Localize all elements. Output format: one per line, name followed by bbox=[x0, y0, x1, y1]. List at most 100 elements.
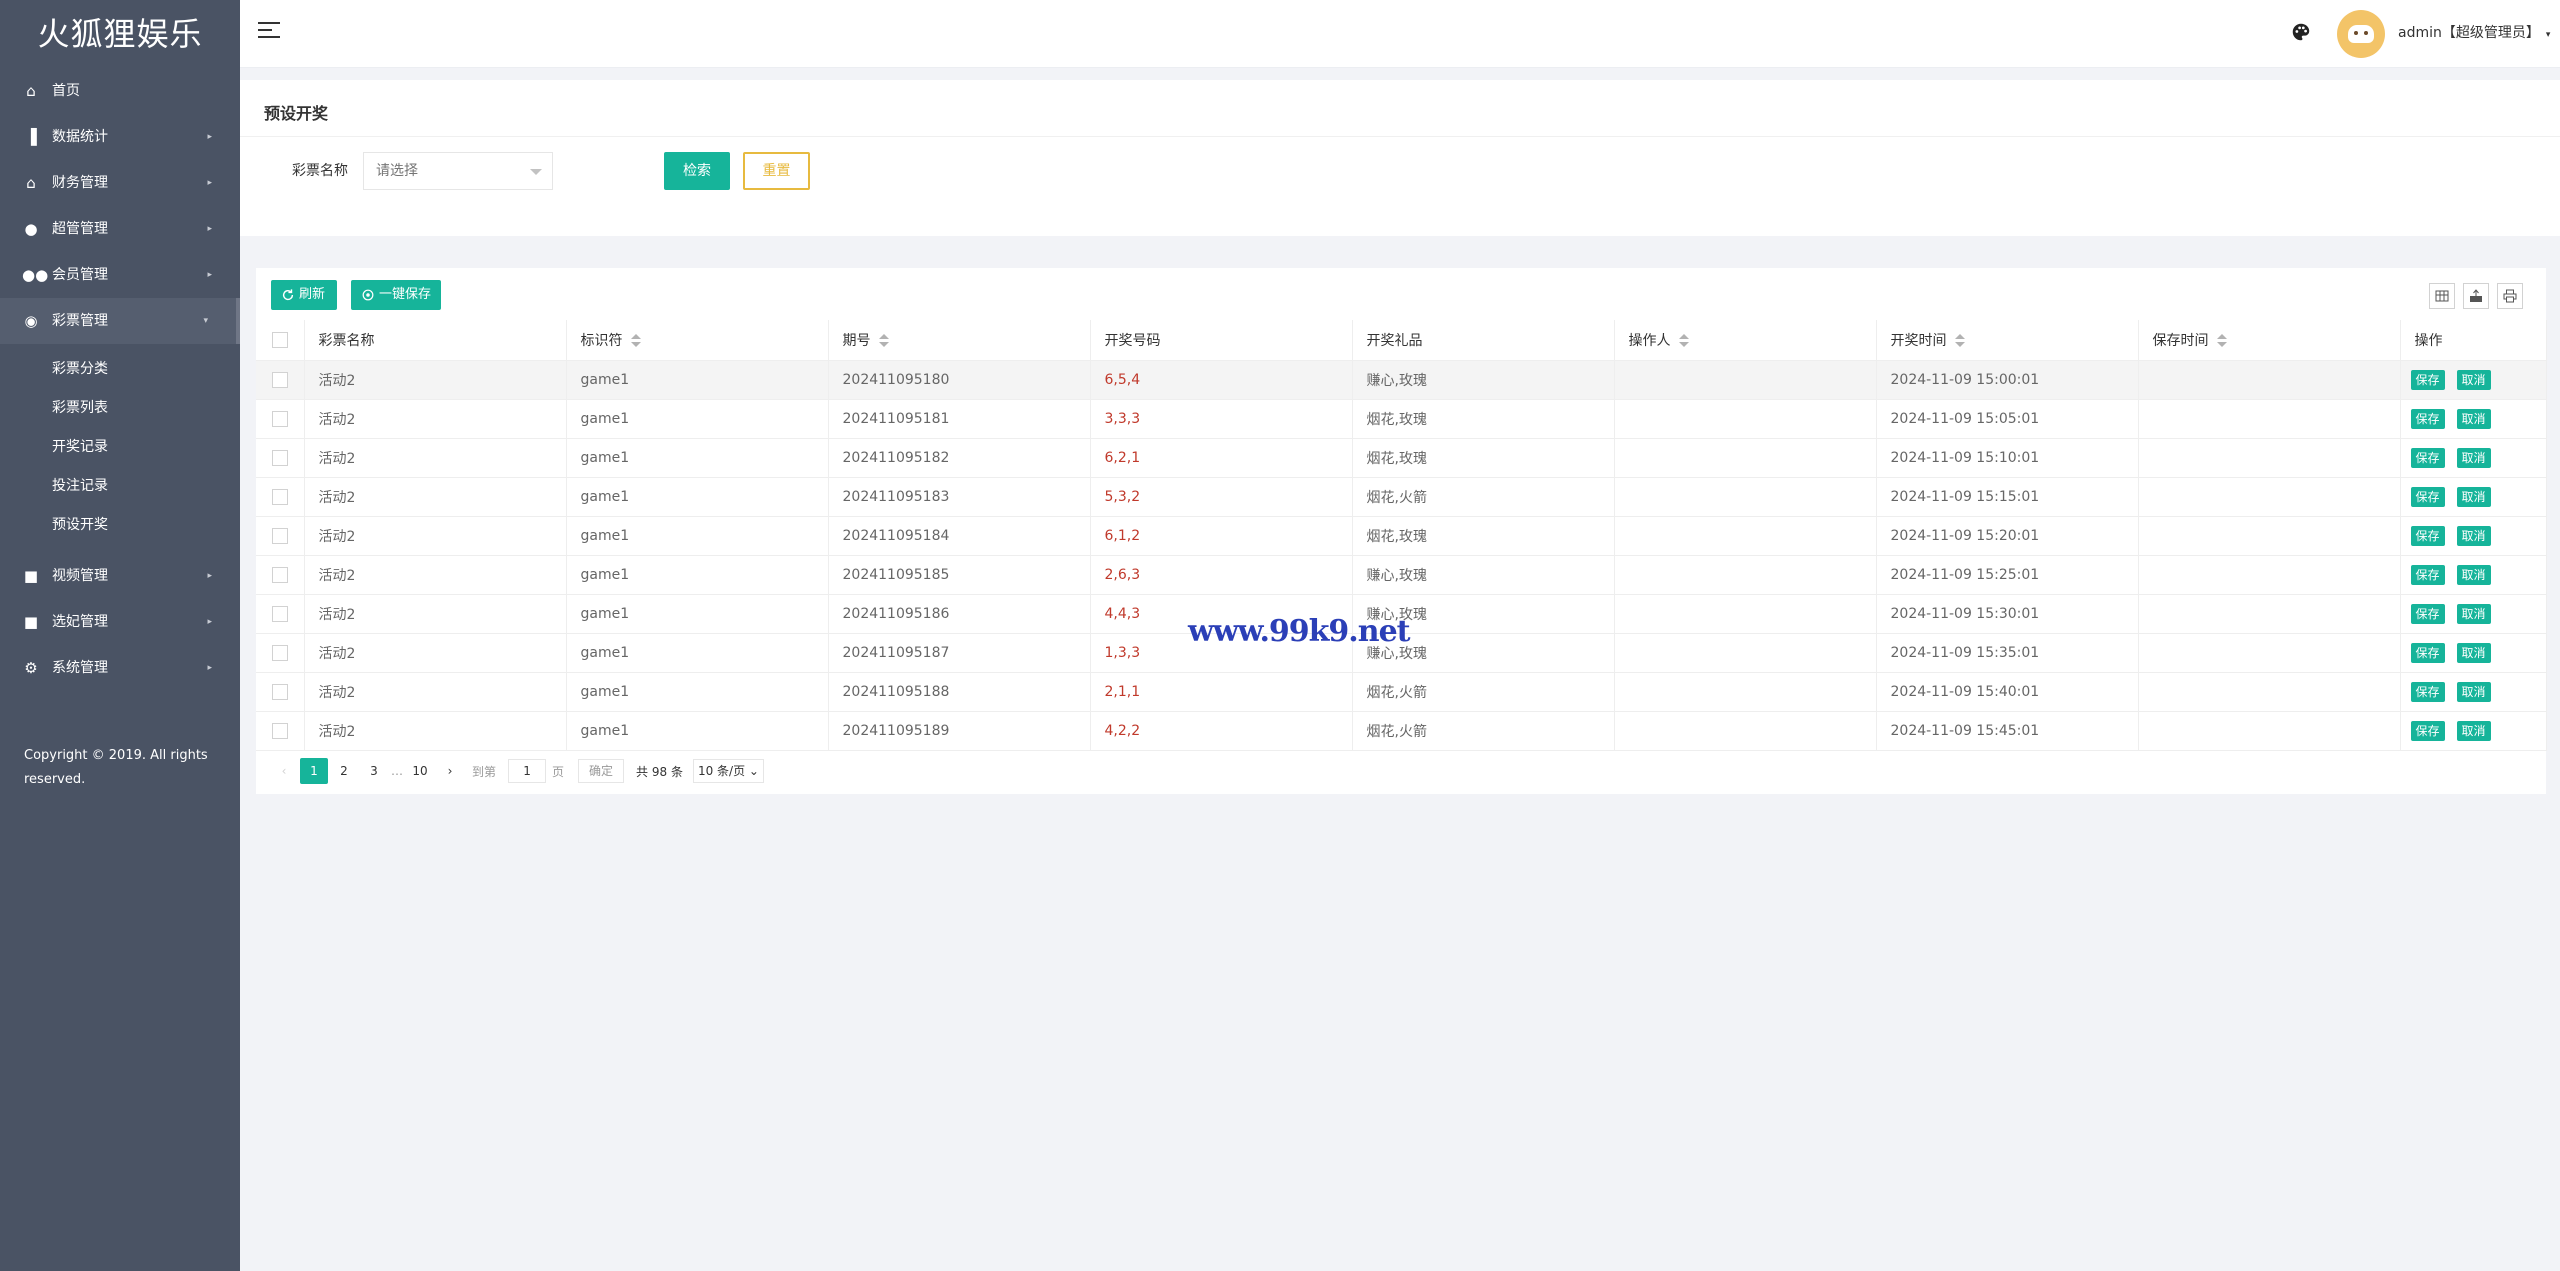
table-row[interactable]: 活动2 game1 202411095189 4,2,2 烟花,火箭 2024-11-09… bbox=[256, 711, 2547, 751]
sidebar-item-admin[interactable]: ● 超管管理 ▸ bbox=[0, 206, 240, 252]
col-header[interactable]: 操作人 bbox=[1614, 320, 1877, 361]
table-cell: 6,5,4 bbox=[1090, 360, 1353, 400]
chevron-down-icon bbox=[530, 169, 542, 175]
print-icon[interactable] bbox=[2497, 283, 2523, 309]
table-row[interactable]: 活动2 game1 202411095182 6,2,1 烟花,玫瑰 2024-11-09… bbox=[256, 438, 2547, 478]
page-10[interactable]: 10 bbox=[406, 758, 434, 784]
save-button[interactable]: 保存 bbox=[2410, 369, 2445, 390]
table-row[interactable]: 活动2 game1 202411095188 2,1,1 烟花,火箭 2024-11-09… bbox=[256, 672, 2547, 712]
table-row[interactable]: 活动2 game1 202411095183 5,3,2 烟花,火箭 2024-11-09… bbox=[256, 477, 2547, 517]
cell-value: 4,4,3 bbox=[1104, 605, 1141, 622]
cell-value: 2024-11-09 15:45:01 bbox=[1890, 722, 2040, 739]
submenu-item-bet-records[interactable]: 投注记录 bbox=[0, 467, 240, 506]
col-header[interactable]: 期号 bbox=[828, 320, 1091, 361]
sidebar-item-system[interactable]: ⚙ 系统管理 ▸ bbox=[0, 645, 240, 691]
home-icon: ⌂ bbox=[26, 82, 36, 100]
save-button[interactable]: 保存 bbox=[2410, 642, 2445, 663]
sidebar-item-selection[interactable]: ■ 选妃管理 ▸ bbox=[0, 599, 240, 645]
prev-page-icon[interactable]: ‹ bbox=[270, 758, 298, 784]
save-all-button[interactable]: 一键保存 bbox=[351, 280, 441, 310]
submenu-item-draw-records[interactable]: 开奖记录 bbox=[0, 428, 240, 467]
col-header[interactable]: 开奖时间 bbox=[1876, 320, 2139, 361]
cancel-button[interactable]: 取消 bbox=[2456, 603, 2491, 624]
next-page-icon[interactable]: › bbox=[436, 758, 464, 784]
save-button[interactable]: 保存 bbox=[2410, 720, 2445, 741]
save-button[interactable]: 保存 bbox=[2410, 486, 2445, 507]
hamburger-menu-icon[interactable] bbox=[258, 22, 280, 44]
row-checkbox[interactable] bbox=[272, 449, 288, 466]
page-1[interactable]: 1 bbox=[300, 758, 328, 784]
row-checkbox[interactable] bbox=[272, 527, 288, 544]
sidebar-item-finance[interactable]: ⌂ 财务管理 ▸ bbox=[0, 160, 240, 206]
sidebar-item-members[interactable]: ●● 会员管理 ▸ bbox=[0, 252, 240, 298]
sort-icon[interactable] bbox=[2216, 333, 2227, 348]
refresh-button[interactable]: 刷新 bbox=[271, 280, 337, 310]
table-row[interactable]: 活动2 game1 202411095185 2,6,3 赚心,玫瑰 2024-11-09… bbox=[256, 555, 2547, 595]
sort-icon[interactable] bbox=[878, 333, 889, 348]
cancel-button[interactable]: 取消 bbox=[2456, 369, 2491, 390]
sort-icon[interactable] bbox=[630, 333, 641, 348]
table-cell: 赚心,玫瑰 bbox=[1352, 555, 1615, 595]
page-size-select[interactable]: 10 条/页 ⌄ bbox=[692, 759, 764, 783]
table-row[interactable]: 活动2 game1 202411095184 6,1,2 烟花,玫瑰 2024-11-09… bbox=[256, 516, 2547, 556]
save-button[interactable]: 保存 bbox=[2410, 603, 2445, 624]
sidebar-item-home[interactable]: ⌂ 首页 bbox=[0, 68, 240, 114]
lottery-name-select[interactable]: 请选择 bbox=[363, 152, 553, 190]
table-row[interactable]: 活动2 game1 202411095180 6,5,4 赚心,玫瑰 2024-11-09… bbox=[256, 360, 2547, 400]
save-button[interactable]: 保存 bbox=[2410, 447, 2445, 468]
row-checkbox[interactable] bbox=[272, 410, 288, 427]
cancel-button[interactable]: 取消 bbox=[2456, 408, 2491, 429]
cancel-button[interactable]: 取消 bbox=[2456, 564, 2491, 585]
cancel-button[interactable]: 取消 bbox=[2456, 720, 2491, 741]
sidebar-item-lottery[interactable]: ◉ 彩票管理 ▾ bbox=[0, 298, 240, 344]
search-button[interactable]: 检索 bbox=[664, 152, 730, 190]
save-button[interactable]: 保存 bbox=[2410, 681, 2445, 702]
row-checkbox[interactable] bbox=[272, 605, 288, 622]
goto-confirm-button[interactable]: 确定 bbox=[578, 759, 625, 783]
row-checkbox[interactable] bbox=[272, 722, 288, 739]
row-checkbox[interactable] bbox=[272, 644, 288, 661]
row-checkbox[interactable] bbox=[272, 371, 288, 388]
sort-icon[interactable] bbox=[1678, 333, 1689, 348]
goto-page-input[interactable]: 1 bbox=[508, 759, 547, 783]
table-cell bbox=[1614, 594, 1877, 634]
cell-value: 活动2 bbox=[318, 684, 356, 701]
save-button[interactable]: 保存 bbox=[2410, 408, 2445, 429]
avatar[interactable] bbox=[2337, 10, 2385, 58]
save-button[interactable]: 保存 bbox=[2410, 525, 2445, 546]
sidebar-item-video[interactable]: ■ 视频管理 ▸ bbox=[0, 553, 240, 599]
cell-value: 烟花,火箭 bbox=[1366, 489, 1427, 506]
page-2[interactable]: 2 bbox=[330, 758, 358, 784]
cancel-button[interactable]: 取消 bbox=[2456, 486, 2491, 507]
reset-button[interactable]: 重置 bbox=[743, 152, 810, 190]
table-cell: 4,2,2 bbox=[1090, 711, 1353, 751]
submenu-item-preset-draw[interactable]: 预设开奖 bbox=[0, 506, 240, 545]
page-unit-label: 页 bbox=[552, 764, 565, 779]
palette-icon[interactable] bbox=[2290, 21, 2312, 43]
col-header[interactable]: 保存时间 bbox=[2138, 320, 2401, 361]
export-icon[interactable] bbox=[2463, 283, 2489, 309]
save-button[interactable]: 保存 bbox=[2410, 564, 2445, 585]
cancel-button[interactable]: 取消 bbox=[2456, 681, 2491, 702]
table-cell: 2024-11-09 15:05:01 bbox=[1876, 399, 2139, 439]
row-checkbox[interactable] bbox=[272, 488, 288, 505]
cell-value: game1 bbox=[580, 722, 630, 739]
submenu-item-lottery-category[interactable]: 彩票分类 bbox=[0, 350, 240, 389]
row-checkbox[interactable] bbox=[272, 683, 288, 700]
select-all-checkbox[interactable] bbox=[272, 331, 288, 348]
col-header[interactable]: 标识符 bbox=[566, 320, 829, 361]
row-checkbox[interactable] bbox=[272, 566, 288, 583]
page-3[interactable]: 3 bbox=[360, 758, 388, 784]
sort-icon[interactable] bbox=[1954, 333, 1965, 348]
user-menu[interactable]: admin【超级管理员】 ▾ bbox=[2398, 22, 2550, 42]
sidebar-item-statistics[interactable]: ▐ 数据统计 ▸ bbox=[0, 114, 240, 160]
copyright: Copyright © 2019. All rights reserved. bbox=[24, 748, 208, 787]
table-cell: 202411095186 bbox=[828, 594, 1091, 634]
table-row[interactable]: 活动2 game1 202411095181 3,3,3 烟花,玫瑰 2024-11-09… bbox=[256, 399, 2547, 439]
cancel-button[interactable]: 取消 bbox=[2456, 447, 2491, 468]
columns-filter-icon[interactable] bbox=[2429, 283, 2455, 309]
cancel-button[interactable]: 取消 bbox=[2456, 642, 2491, 663]
cancel-button[interactable]: 取消 bbox=[2456, 525, 2491, 546]
table-cell: game1 bbox=[566, 438, 829, 478]
submenu-item-lottery-list[interactable]: 彩票列表 bbox=[0, 389, 240, 428]
